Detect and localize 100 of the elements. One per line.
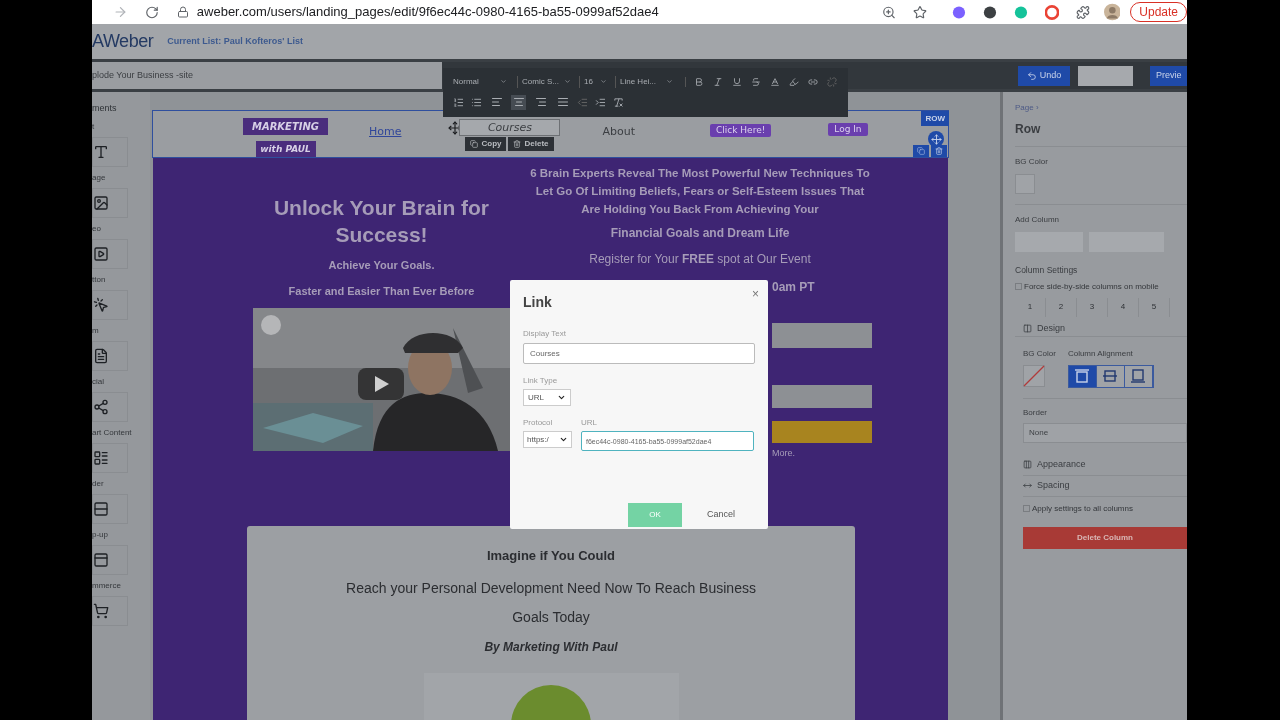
design-section-header[interactable]: Design [1015,320,1187,337]
element-tile[interactable] [92,391,128,422]
copy-button[interactable]: Copy [465,137,507,151]
protocol-select[interactable]: https:/ [523,431,572,448]
element-label: mmerce [92,580,122,590]
video-icon [93,245,109,262]
move-icon [930,133,942,145]
alignment-option[interactable] [1068,365,1097,387]
reload-icon[interactable] [144,4,159,20]
section-header[interactable]: Spacing [1023,475,1187,497]
display-text-field[interactable]: Courses [523,343,755,364]
align-right-icon [534,96,547,108]
profile-avatar[interactable] [1103,3,1121,21]
spacing-icon [1023,481,1032,491]
undo-button[interactable]: Undo [1018,65,1070,86]
section-header[interactable]: Appearance [1023,454,1187,476]
field-label: BG Color [1023,347,1056,360]
format-select[interactable]: Normal [453,75,511,88]
numbered-list-icon[interactable] [453,96,464,108]
strikethrough-icon[interactable] [751,76,761,87]
bold-icon[interactable] [694,76,704,87]
indent-icon[interactable] [595,96,606,108]
window-icon [93,551,109,568]
align-button[interactable] [511,94,526,110]
link-type-select[interactable]: URL [523,389,571,406]
form-field[interactable] [772,323,872,348]
image-icon [93,194,109,211]
outdent-icon[interactable] [577,96,588,108]
field-label: Add Column [1015,214,1061,226]
element-tile[interactable] [92,340,128,371]
hero-tagline: Faster and Easier Than Ever Before [288,283,475,299]
element-tile[interactable] [92,595,128,626]
cancel-button[interactable]: Cancel [707,508,735,522]
card-body: Reach your Personal Development Need Now To Reach Business Goals Today [345,578,757,627]
element-tile[interactable] [92,289,128,320]
element-tile[interactable] [92,544,128,575]
align-left-icon [490,96,503,108]
nav-link[interactable]: Courses [459,119,561,136]
element-tile[interactable] [92,238,128,269]
bullet-list-icon[interactable] [471,96,482,108]
form-icon [93,347,109,364]
element-label: art Content [92,427,133,437]
nav-button[interactable]: Log In [828,123,868,136]
alignment-icon [1130,368,1147,385]
element-label: eo [92,223,102,233]
element-tile[interactable] [92,493,128,524]
nav-button[interactable]: Click Here! [710,124,772,137]
column-tab[interactable]: 2 [1046,297,1077,317]
event-time-text: 0am PT [772,279,816,296]
font-select[interactable]: Comic S... [517,75,575,88]
delete-column-button[interactable]: Delete Column [1023,526,1187,549]
clear-format-icon[interactable] [613,96,624,108]
preview-button[interactable]: Previe [1150,65,1187,86]
border-select[interactable]: None [1023,422,1187,443]
underline-icon[interactable] [732,76,742,87]
address-bar[interactable]: aweber.com/users/landing_pages/edit/9f6ec44c-0980-4165-ba55-0999af52dae4 [176,2,828,22]
delete-button[interactable]: Delete [508,137,554,151]
lock-icon [176,6,189,18]
breadcrumb-link[interactable]: Page › [1015,102,1187,114]
extensions-icon[interactable] [1075,4,1090,20]
highlight-icon[interactable] [789,76,799,87]
close-button[interactable]: × [752,288,759,300]
no-color-swatch[interactable] [1023,364,1045,387]
checkbox[interactable] [1015,283,1022,291]
element-tile[interactable] [92,442,128,473]
nav-link[interactable]: About [602,124,635,141]
column-tab[interactable]: 1 [1015,297,1046,317]
align-justify-icon [556,96,569,108]
nav-link[interactable]: Home [369,124,402,141]
site-name: plode Your Business -site [92,68,194,82]
column-tab[interactable]: 3 [1077,297,1108,317]
hero-subtitle: Achieve Your Goals. [328,258,435,273]
alignment-option[interactable] [1124,365,1153,387]
column-tab[interactable]: 5 [1139,297,1170,317]
link-icon[interactable] [808,76,818,87]
app-logo[interactable]: AWeber [92,28,154,55]
element-tile[interactable] [92,187,128,218]
checkbox[interactable] [1023,505,1030,513]
text-color-icon[interactable] [770,76,780,87]
layout-icon [93,449,109,466]
extension-icon[interactable] [982,4,997,20]
share-icon [93,398,109,415]
column-tab[interactable]: 4 [1108,297,1139,317]
row-delete-button[interactable] [931,145,947,157]
caret-icon [600,78,607,85]
columns-icon [1023,323,1032,333]
size-select[interactable]: 16 [579,75,611,88]
line-height-select[interactable]: Line Hei... [615,75,677,88]
bookmark-star-icon[interactable] [913,4,927,20]
zoom-icon[interactable] [882,4,896,20]
dialog-title: Link [523,293,552,312]
register-text: Register for Your FREE spot at Our Event [589,251,811,268]
alignment-option[interactable] [1096,365,1125,387]
checkbox-label: Apply settings to all columns [1032,502,1133,515]
italic-icon[interactable] [713,76,723,87]
form-field[interactable] [772,385,872,408]
element-tile[interactable] [92,136,128,167]
field-label: Protocol [523,417,554,429]
align-center-icon [512,96,525,108]
row-copy-button[interactable] [913,145,929,157]
